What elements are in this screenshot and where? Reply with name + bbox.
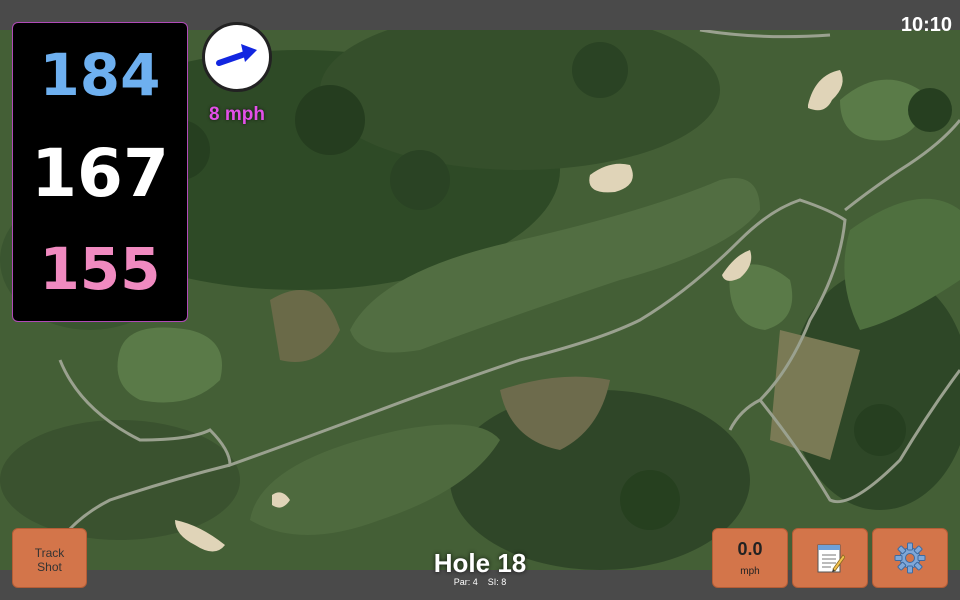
back-yardage: 184 [39, 41, 161, 109]
hole-si: SI: 8 [487, 577, 507, 587]
speed-button[interactable]: 0.0 mph [712, 528, 788, 588]
track-shot-button[interactable]: Track Shot [12, 528, 87, 588]
speed-value: 0.0 [737, 539, 763, 559]
wind-arrow-icon [216, 44, 257, 66]
settings-button[interactable] [872, 528, 948, 588]
track-shot-label-line2: Shot [37, 560, 62, 574]
clock: 10:10 [900, 14, 952, 36]
wind-indicator [202, 22, 272, 92]
wind-speed: 8 mph [209, 104, 265, 125]
middle-yardage: 167 [31, 135, 169, 212]
hole-title: Hole 18 [433, 548, 527, 578]
hole-par: Par: 4 [453, 577, 478, 587]
gear-icon [894, 542, 926, 574]
yardage-panel: 184 167 155 [12, 22, 188, 322]
front-yardage: 155 [39, 235, 161, 303]
notepad-icon [817, 544, 845, 573]
track-shot-label-line1: Track [34, 546, 65, 560]
hole-info: Par: 4 SI: 8 [380, 577, 580, 587]
speed-unit: mph [740, 566, 760, 577]
notes-button[interactable] [792, 528, 868, 588]
